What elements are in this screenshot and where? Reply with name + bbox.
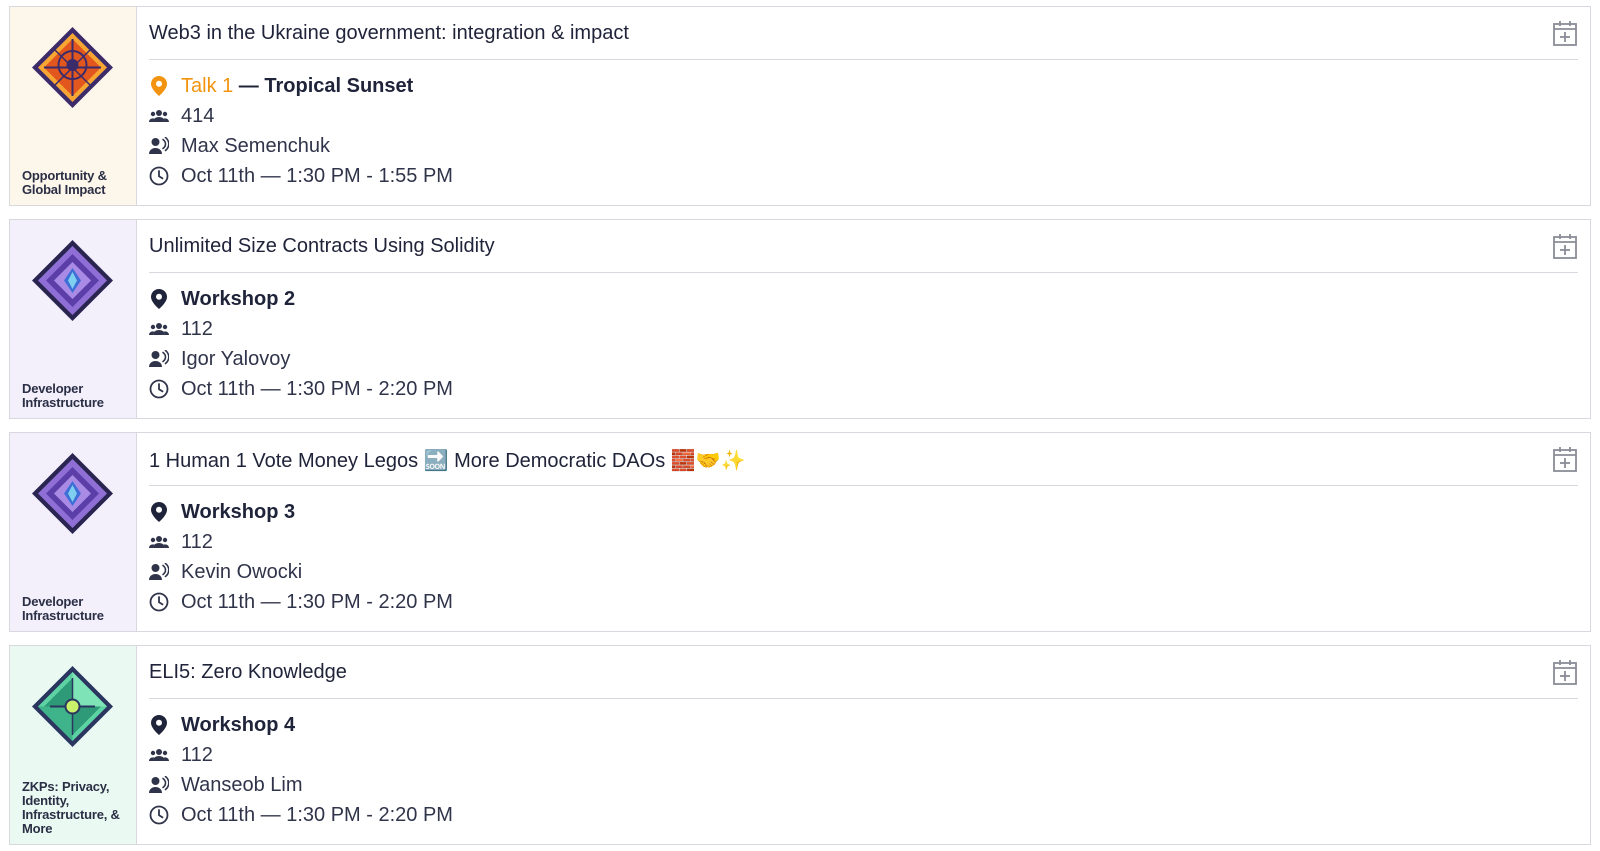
map-pin-icon — [149, 502, 169, 522]
group-icon — [149, 532, 169, 552]
speaker-row: Max Semenchuk — [149, 134, 330, 158]
time-row: Oct 11th — 1:30 PM - 2:20 PM — [149, 590, 453, 614]
session-title[interactable]: Unlimited Size Contracts Using Solidity — [149, 235, 495, 258]
room-row: Workshop 4 — [149, 713, 295, 737]
room-name: — Tropical Sunset — [233, 74, 414, 97]
room-name[interactable]: Workshop 4 — [181, 714, 295, 737]
room-name[interactable]: Workshop 3 — [181, 501, 295, 524]
session-content: Unlimited Size Contracts Using Solidity … — [137, 220, 1590, 418]
track-badge-icon — [30, 25, 115, 110]
speaker-icon — [149, 775, 169, 795]
track-badge-icon — [30, 451, 115, 536]
clock-icon — [149, 592, 169, 612]
track-badge-icon — [30, 664, 115, 749]
track-panel: Opportunity & Global Impact — [10, 7, 137, 205]
session-card[interactable]: ZKPs: Privacy, Identity, Infrastructure,… — [9, 645, 1591, 845]
divider — [149, 698, 1578, 699]
room-name[interactable]: Workshop 2 — [181, 288, 295, 311]
speaker-name[interactable]: Igor Yalovoy — [181, 348, 290, 371]
attendees-row: 112 — [149, 743, 213, 767]
map-pin-icon — [149, 715, 169, 735]
calendar-add-icon[interactable] — [1552, 19, 1578, 47]
attendees-row: 112 — [149, 317, 213, 341]
session-card[interactable]: Developer Infrastructure 1 Human 1 Vote … — [9, 432, 1591, 632]
speaker-name[interactable]: Wanseob Lim — [181, 774, 303, 797]
speaker-icon — [149, 562, 169, 582]
track-label: Developer Infrastructure — [22, 594, 104, 623]
session-content: ELI5: Zero Knowledge Workshop 4 112 Wans… — [137, 646, 1590, 844]
track-label: ZKPs: Privacy, Identity, Infrastructure,… — [22, 779, 120, 836]
calendar-add-icon[interactable] — [1552, 445, 1578, 473]
time-row: Oct 11th — 1:30 PM - 2:20 PM — [149, 803, 453, 827]
track-label: Opportunity & Global Impact — [22, 168, 107, 197]
room-row: Talk 1 — Tropical Sunset — [149, 74, 413, 98]
divider — [149, 59, 1578, 60]
session-card[interactable]: Opportunity & Global Impact Web3 in the … — [9, 6, 1591, 206]
attendees-count: 112 — [181, 530, 213, 553]
attendees-count: 414 — [181, 104, 215, 127]
attendees-row: 112 — [149, 530, 213, 554]
room-link[interactable]: Talk 1 — [181, 75, 233, 97]
map-pin-icon — [149, 76, 169, 96]
calendar-add-icon[interactable] — [1552, 658, 1578, 686]
session-content: 1 Human 1 Vote Money Legos 🔜 More Democr… — [137, 433, 1590, 631]
time-row: Oct 11th — 1:30 PM - 2:20 PM — [149, 377, 453, 401]
speaker-row: Igor Yalovoy — [149, 347, 290, 371]
session-title[interactable]: 1 Human 1 Vote Money Legos 🔜 More Democr… — [149, 448, 746, 473]
speaker-row: Kevin Owocki — [149, 560, 302, 584]
session-list: Opportunity & Global Impact Web3 in the … — [0, 0, 1600, 851]
track-label: Developer Infrastructure — [22, 381, 104, 410]
speaker-icon — [149, 349, 169, 369]
attendees-count: 112 — [181, 317, 213, 340]
session-content: Web3 in the Ukraine government: integrat… — [137, 7, 1590, 205]
track-panel: ZKPs: Privacy, Identity, Infrastructure,… — [10, 646, 137, 844]
session-time: Oct 11th — 1:30 PM - 2:20 PM — [181, 803, 453, 826]
clock-icon — [149, 805, 169, 825]
map-pin-icon — [149, 289, 169, 309]
group-icon — [149, 745, 169, 765]
session-title[interactable]: Web3 in the Ukraine government: integrat… — [149, 22, 629, 45]
time-row: Oct 11th — 1:30 PM - 1:55 PM — [149, 164, 453, 188]
attendees-row: 414 — [149, 104, 214, 128]
session-time: Oct 11th — 1:30 PM - 1:55 PM — [181, 164, 453, 187]
speaker-icon — [149, 136, 169, 156]
room-row: Workshop 2 — [149, 287, 295, 311]
session-card[interactable]: Developer Infrastructure Unlimited Size … — [9, 219, 1591, 419]
session-time: Oct 11th — 1:30 PM - 2:20 PM — [181, 377, 453, 400]
session-time: Oct 11th — 1:30 PM - 2:20 PM — [181, 590, 453, 613]
speaker-row: Wanseob Lim — [149, 773, 303, 797]
group-icon — [149, 319, 169, 339]
group-icon — [149, 106, 169, 126]
divider — [149, 485, 1578, 486]
speaker-name[interactable]: Kevin Owocki — [181, 561, 302, 584]
attendees-count: 112 — [181, 743, 213, 766]
session-title[interactable]: ELI5: Zero Knowledge — [149, 661, 347, 684]
room-row: Workshop 3 — [149, 500, 295, 524]
divider — [149, 272, 1578, 273]
clock-icon — [149, 166, 169, 186]
calendar-add-icon[interactable] — [1552, 232, 1578, 260]
track-panel: Developer Infrastructure — [10, 220, 137, 418]
track-panel: Developer Infrastructure — [10, 433, 137, 631]
speaker-name[interactable]: Max Semenchuk — [181, 135, 330, 158]
track-badge-icon — [30, 238, 115, 323]
clock-icon — [149, 379, 169, 399]
